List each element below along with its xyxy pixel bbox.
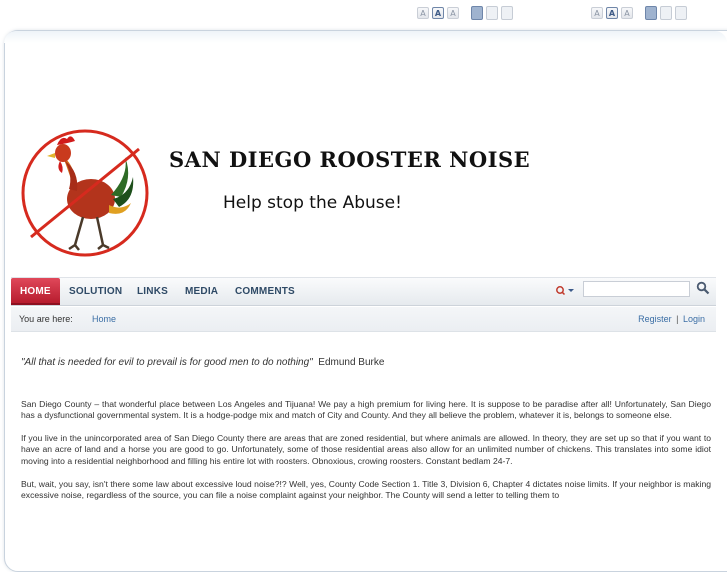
site-tagline: Help stop the Abuse! xyxy=(223,193,402,213)
article-paragraph: If you live in the unincorporated area o… xyxy=(21,432,711,466)
breadcrumb: You are here: Home Register | Login xyxy=(11,307,716,332)
nav-item-home[interactable]: HOME xyxy=(11,278,60,305)
medium-width-button[interactable] xyxy=(486,6,498,20)
font-size-small-button[interactable]: A xyxy=(591,7,603,19)
font-size-large-button[interactable]: A xyxy=(621,7,633,19)
article-paragraph: But, wait, you say, isn't there some law… xyxy=(21,478,711,501)
search-options[interactable] xyxy=(555,283,575,297)
no-rooster-icon xyxy=(21,129,149,257)
user-links-separator: | xyxy=(676,314,679,324)
toolbar-group-2: A A A xyxy=(591,6,687,20)
font-size-medium-button[interactable]: A xyxy=(432,7,444,19)
font-size-medium-button[interactable]: A xyxy=(606,7,618,19)
narrow-width-button[interactable] xyxy=(645,6,657,20)
nav-item-comments[interactable]: COMMENTS xyxy=(235,278,295,305)
breadcrumb-label: You are here: xyxy=(19,314,73,324)
wide-width-button[interactable] xyxy=(675,6,687,20)
accessibility-toolbar: A A A A A A xyxy=(0,0,727,28)
breadcrumb-home-link[interactable]: Home xyxy=(92,314,116,324)
quote-author: Edmund Burke xyxy=(318,357,385,368)
magnifier-icon[interactable] xyxy=(696,281,710,295)
frame-top-band xyxy=(4,31,727,43)
search-input[interactable] xyxy=(583,281,690,297)
article-body: "All that is needed for evil to prevail … xyxy=(21,357,711,513)
wide-width-button[interactable] xyxy=(501,6,513,20)
quote-text: "All that is needed for evil to prevail … xyxy=(21,357,313,368)
register-link[interactable]: Register xyxy=(638,314,672,324)
nav-item-solution[interactable]: SOLUTION xyxy=(69,278,122,305)
quote: "All that is needed for evil to prevail … xyxy=(21,357,711,369)
login-link[interactable]: Login xyxy=(683,314,705,324)
nav-item-links[interactable]: LINKS xyxy=(137,278,168,305)
toolbar-group-1: A A A xyxy=(417,6,513,20)
medium-width-button[interactable] xyxy=(660,6,672,20)
user-links: Register | Login xyxy=(638,314,705,324)
site-title: SAN DIEGO ROOSTER NOISE xyxy=(169,147,531,172)
article-paragraph: San Diego County – that wonderful place … xyxy=(21,398,711,421)
font-size-large-button[interactable]: A xyxy=(447,7,459,19)
nav-item-media[interactable]: MEDIA xyxy=(185,278,218,305)
font-size-small-button[interactable]: A xyxy=(417,7,429,19)
narrow-width-button[interactable] xyxy=(471,6,483,20)
search-options-icon[interactable] xyxy=(555,285,575,295)
